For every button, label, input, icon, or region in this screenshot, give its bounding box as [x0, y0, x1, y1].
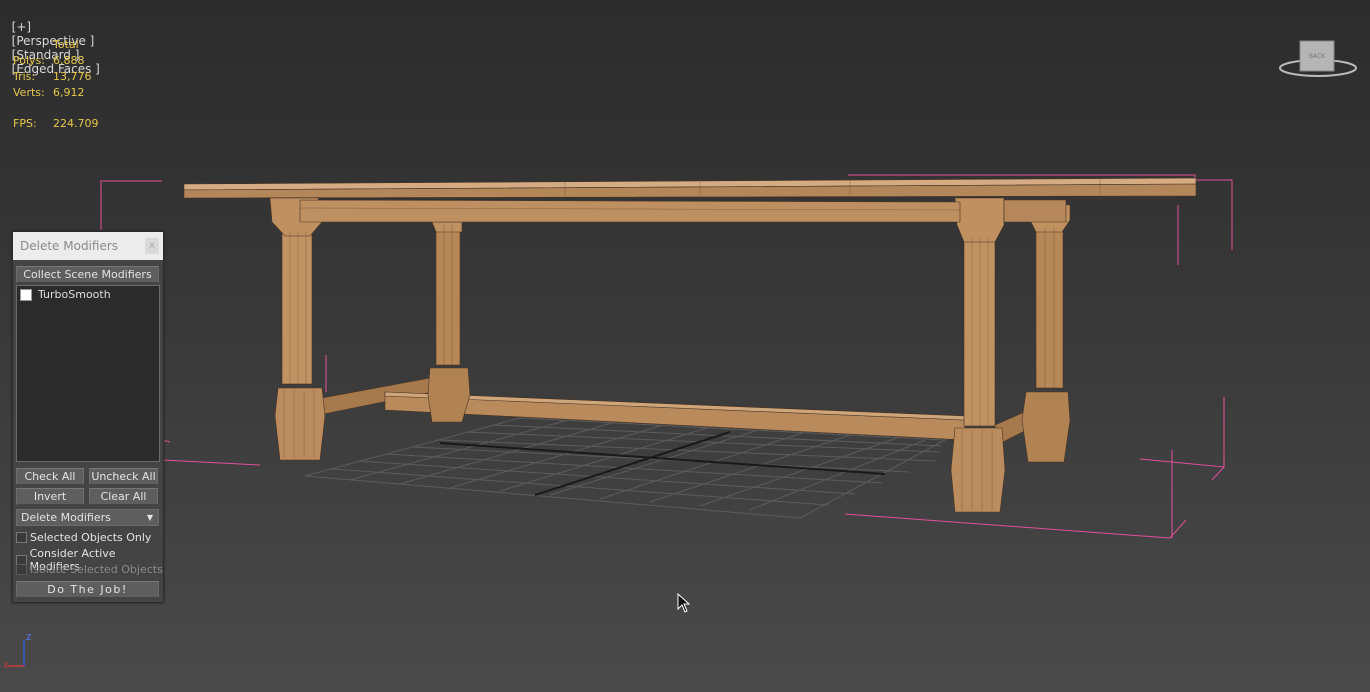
mode-dropdown-value: Delete Modifiers: [21, 511, 111, 524]
close-icon[interactable]: x: [145, 238, 159, 254]
turbosmooth-checkbox[interactable]: [20, 288, 32, 301]
isolate-selected-objects-option: Isolate Selected Objects: [16, 563, 163, 576]
viewcube[interactable]: BACK: [1278, 38, 1358, 80]
list-item[interactable]: TurboSmooth: [20, 288, 111, 301]
list-item-label: TurboSmooth: [38, 288, 111, 301]
dialog-title: Delete Modifiers: [20, 239, 119, 253]
selected-objects-only-label: Selected Objects Only: [30, 531, 152, 544]
collect-scene-modifiers-button[interactable]: Collect Scene Modifiers: [16, 266, 159, 283]
mouse-cursor-icon: [677, 593, 691, 613]
check-all-button[interactable]: Check All: [16, 468, 84, 485]
axis-gizmo: Z X: [3, 633, 32, 670]
delete-modifiers-dialog: Delete Modifiers x Collect Scene Modifie…: [12, 231, 164, 603]
x-axis-label: X: [3, 661, 9, 670]
table-model[interactable]: [183, 177, 1197, 513]
selected-objects-only-option[interactable]: Selected Objects Only: [16, 531, 151, 544]
mode-dropdown[interactable]: Delete Modifiers ▼: [16, 509, 159, 526]
dialog-titlebar[interactable]: Delete Modifiers: [13, 232, 163, 260]
invert-button[interactable]: Invert: [16, 488, 84, 505]
uncheck-all-button[interactable]: Uncheck All: [89, 468, 158, 485]
isolate-selected-objects-checkbox: [16, 564, 27, 575]
modifier-list[interactable]: TurboSmooth: [16, 285, 160, 462]
isolate-selected-objects-label: Isolate Selected Objects: [30, 563, 163, 576]
do-the-job-button[interactable]: Do The Job!: [16, 581, 159, 598]
viewport-scene[interactable]: [0, 0, 1370, 692]
clear-all-button[interactable]: Clear All: [89, 488, 158, 505]
chevron-down-icon: ▼: [146, 513, 153, 522]
selected-objects-only-checkbox[interactable]: [16, 532, 27, 543]
z-axis-label: Z: [26, 633, 32, 642]
viewcube-face-label: BACK: [1309, 53, 1326, 60]
